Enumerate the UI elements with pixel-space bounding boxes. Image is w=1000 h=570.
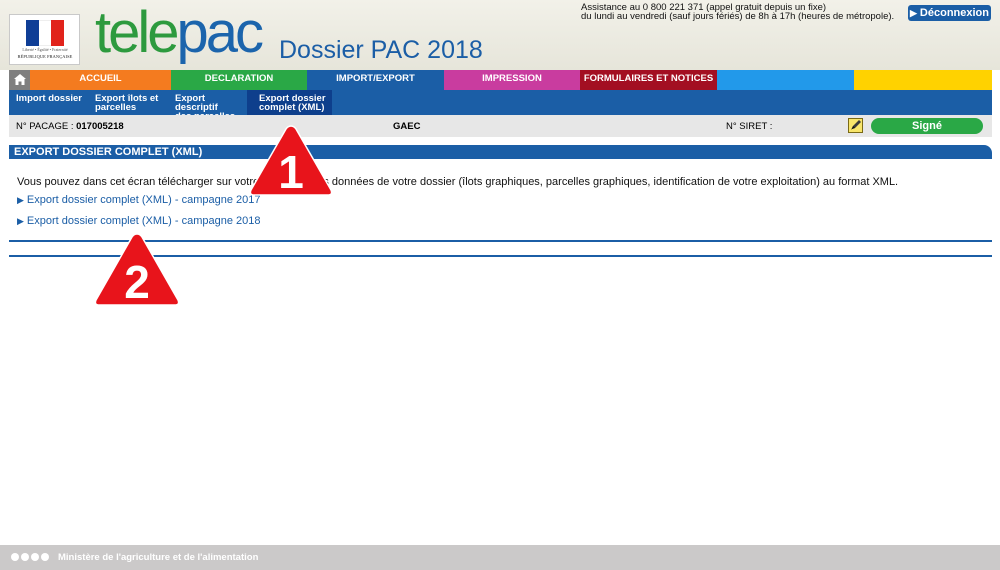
callout-number-2: 2 [94,233,180,308]
play-arrow-icon: ▶ [17,195,24,205]
assistance-info: Assistance au 0 800 221 371 (appel gratu… [581,3,895,22]
callout-1-label: 1 [278,146,304,198]
intro-text: Vous pouvez dans cet écran télécharger s… [17,176,899,188]
section-title: EXPORT DOSSIER COMPLET (XML) [9,145,992,159]
subnav-import-dossier[interactable]: Import dossier [9,90,88,115]
header: Liberté • Égalité • Fraternité RÉPUBLIQU… [0,0,1000,70]
subnav-export-ilots[interactable]: Export îlots et parcelles [88,90,168,115]
edit-icon[interactable] [848,118,863,133]
tab-declaration[interactable]: DECLARATION [171,70,307,90]
logo-motto: Liberté • Égalité • Fraternité [22,47,68,52]
telepac-brand: telepac [95,0,264,68]
export-link-2017[interactable]: ▶ Export dossier complet (XML) - campagne… [17,194,260,206]
footer-ministry-text: Ministère de l'agriculture et de l'alime… [58,552,259,563]
pacage-value: 017005218 [76,121,124,132]
tab-accueil[interactable]: ACCUEIL [30,70,171,90]
callout-2-label: 2 [124,256,150,308]
brand-tele: tele [95,0,179,65]
tab-formulaires[interactable]: FORMULAIRES ET NOTICES [580,70,717,90]
play-arrow-icon: ▶ [910,7,917,18]
main-nav: ACCUEIL DECLARATION IMPORT/EXPORT IMPRES… [9,70,992,90]
status-badge[interactable]: Signé [871,118,983,134]
page-title: Dossier PAC 2018 [279,36,483,64]
logo-republic-text: RÉPUBLIQUE FRANÇAISE [17,54,73,59]
subnav-export-dossier-complet[interactable]: Export dossier complet (XML) [247,90,332,115]
dossier-info-bar: N° PACAGE : 017005218 GAEC N° SIRET : Si… [9,115,992,137]
pacage-info: N° PACAGE : 017005218 [16,121,124,132]
export-link-2018-label: Export dossier complet (XML) - campagne … [26,215,261,227]
tab-home[interactable] [9,70,30,90]
home-icon [13,74,26,85]
export-link-2018[interactable]: ▶ Export dossier complet (XML) - campagne… [17,215,260,227]
play-arrow-icon: ▶ [17,216,24,226]
tab-blank-blue[interactable] [717,70,854,90]
brand-pac: pac [176,0,264,65]
assistance-line-2: du lundi au vendredi (sauf jours fériés)… [581,11,895,22]
republic-logo: Liberté • Égalité • Fraternité RÉPUBLIQU… [9,14,80,65]
sub-nav: Import dossier Export îlots et parcelles… [9,90,992,122]
french-flag-icon [26,20,65,46]
logout-button[interactable]: ▶ Déconnexion [908,5,991,21]
company-name: GAEC [393,121,421,132]
pacage-label: N° PACAGE : [16,121,77,132]
tab-impression[interactable]: IMPRESSION [444,70,580,90]
footer-dots-icon [11,553,49,561]
tab-blank-yellow[interactable] [854,70,992,90]
subnav-export-descriptif[interactable]: Export descriptif des parcelles [168,90,247,122]
pencil-icon [851,120,861,130]
siret-label: N° SIRET : [726,121,773,132]
export-link-2017-label: Export dossier complet (XML) - campagne … [26,194,261,206]
tab-import-export[interactable]: IMPORT/EXPORT [307,70,444,90]
logout-label: Déconnexion [919,7,989,19]
footer: Ministère de l'agriculture et de l'alime… [0,545,1000,570]
callout-number-1: 1 [249,125,333,198]
